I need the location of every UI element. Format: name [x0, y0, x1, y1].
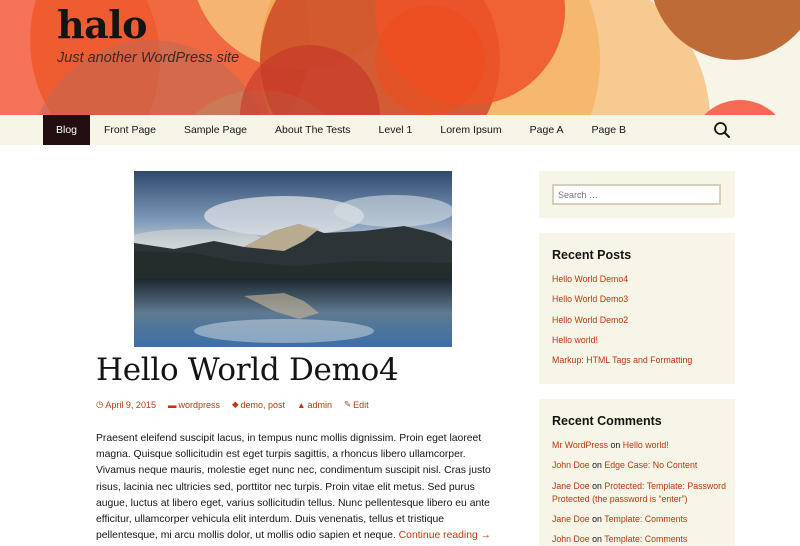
post-excerpt: Praesent eleifend suscipit lacus, in tem… — [96, 433, 491, 542]
list-item: Hello World Demo3 — [552, 293, 727, 306]
list-item: Hello World Demo2 — [552, 314, 727, 327]
search-widget — [539, 171, 735, 218]
comment-author-link[interactable]: Mr WordPress — [552, 440, 608, 450]
nav-item-page-b[interactable]: Page B — [578, 115, 640, 145]
comment-post-link[interactable]: Template: Comments — [604, 514, 687, 524]
comment-author-link[interactable]: John Doe — [552, 460, 590, 470]
nav-menu: Blog Front Page Sample Page About The Te… — [43, 115, 640, 145]
post-tags-link[interactable]: ◆ demo, post — [232, 399, 285, 410]
comment-connector: on — [592, 460, 602, 471]
list-item: John Doe on Template: Comments — [552, 533, 727, 546]
recent-posts-title: Recent Posts — [552, 248, 632, 262]
comment-connector: on — [592, 480, 602, 491]
post-date: April 9, 2015 — [105, 399, 156, 410]
comment-author-link[interactable]: John Doe — [552, 534, 590, 544]
nav-item-page-a[interactable]: Page A — [516, 115, 578, 145]
recent-post-link[interactable]: Hello world! — [552, 335, 598, 345]
pencil-icon: ✎ — [344, 399, 352, 409]
post-meta: ◷ April 9, 2015 ▬ wordpress ◆ demo, post… — [96, 399, 369, 410]
post-edit: Edit — [353, 399, 369, 410]
recent-comments-list: Mr WordPress on Hello world! John Doe on… — [552, 439, 727, 546]
comment-author-link[interactable]: Jane Doe — [552, 481, 590, 491]
continue-reading-link[interactable]: Continue reading → — [399, 530, 491, 541]
list-item: Jane Doe on Protected: Template: Passwor… — [552, 480, 727, 506]
search-icon[interactable] — [713, 121, 731, 139]
comment-post-link[interactable]: Template: Comments — [604, 534, 687, 544]
post-edit-link[interactable]: ✎ Edit — [344, 399, 369, 410]
comment-connector: on — [592, 534, 602, 545]
list-item: John Doe on Edge Case: No Content — [552, 459, 727, 472]
post-author: admin — [307, 399, 332, 410]
tag-icon: ◆ — [231, 399, 239, 409]
nav-item-sample-page[interactable]: Sample Page — [170, 115, 261, 145]
recent-post-link[interactable]: Hello World Demo4 — [552, 274, 628, 284]
site-title[interactable]: halo — [57, 2, 148, 47]
comment-connector: on — [592, 513, 602, 524]
post-author-link[interactable]: ▲ admin — [297, 399, 332, 410]
list-item: Jane Doe on Template: Comments — [552, 513, 727, 526]
recent-post-link[interactable]: Markup: HTML Tags and Formatting — [552, 355, 692, 365]
site-description: Just another WordPress site — [57, 50, 240, 66]
nav-item-about-the-tests[interactable]: About The Tests — [261, 115, 365, 145]
recent-comments-widget: Recent Comments Mr WordPress on Hello wo… — [539, 399, 735, 546]
nav-item-level-1[interactable]: Level 1 — [365, 115, 427, 145]
post-title[interactable]: Hello World Demo4 — [96, 352, 399, 388]
nav-item-lorem-ipsum[interactable]: Lorem Ipsum — [426, 115, 515, 145]
post-content: Praesent eleifend suscipit lacus, in tem… — [96, 431, 501, 544]
nav-item-front-page[interactable]: Front Page — [90, 115, 170, 145]
comment-post-link[interactable]: Edge Case: No Content — [604, 460, 697, 470]
nav-item-blog[interactable]: Blog — [43, 115, 91, 145]
featured-image[interactable] — [134, 171, 452, 347]
post-category-link[interactable]: ▬ wordpress — [168, 399, 220, 410]
list-item: Mr WordPress on Hello world! — [552, 439, 727, 452]
list-item: Hello world! — [552, 334, 727, 347]
recent-comments-title: Recent Comments — [552, 414, 662, 428]
search-input[interactable] — [552, 184, 721, 205]
post-tags: demo, post — [240, 399, 286, 410]
site-header: halo Just another WordPress site — [0, 0, 800, 115]
user-icon: ▲ — [297, 399, 306, 410]
comment-post-link[interactable]: Hello world! — [623, 440, 669, 450]
list-item: Markup: HTML Tags and Formatting — [552, 354, 727, 367]
comment-author-link[interactable]: Jane Doe — [552, 514, 590, 524]
recent-posts-widget: Recent Posts Hello World Demo4 Hello Wor… — [539, 233, 735, 384]
post-category: wordpress — [178, 399, 220, 410]
comment-connector: on — [610, 440, 621, 450]
folder-icon: ▬ — [167, 399, 177, 410]
main-navigation: Blog Front Page Sample Page About The Te… — [0, 115, 800, 145]
recent-post-link[interactable]: Hello World Demo3 — [552, 294, 628, 304]
recent-post-link[interactable]: Hello World Demo2 — [552, 315, 628, 325]
post-date-link[interactable]: ◷ April 9, 2015 — [96, 399, 156, 410]
recent-posts-list: Hello World Demo4 Hello World Demo3 Hell… — [552, 273, 727, 374]
list-item: Hello World Demo4 — [552, 273, 727, 286]
clock-icon: ◷ — [96, 399, 104, 409]
